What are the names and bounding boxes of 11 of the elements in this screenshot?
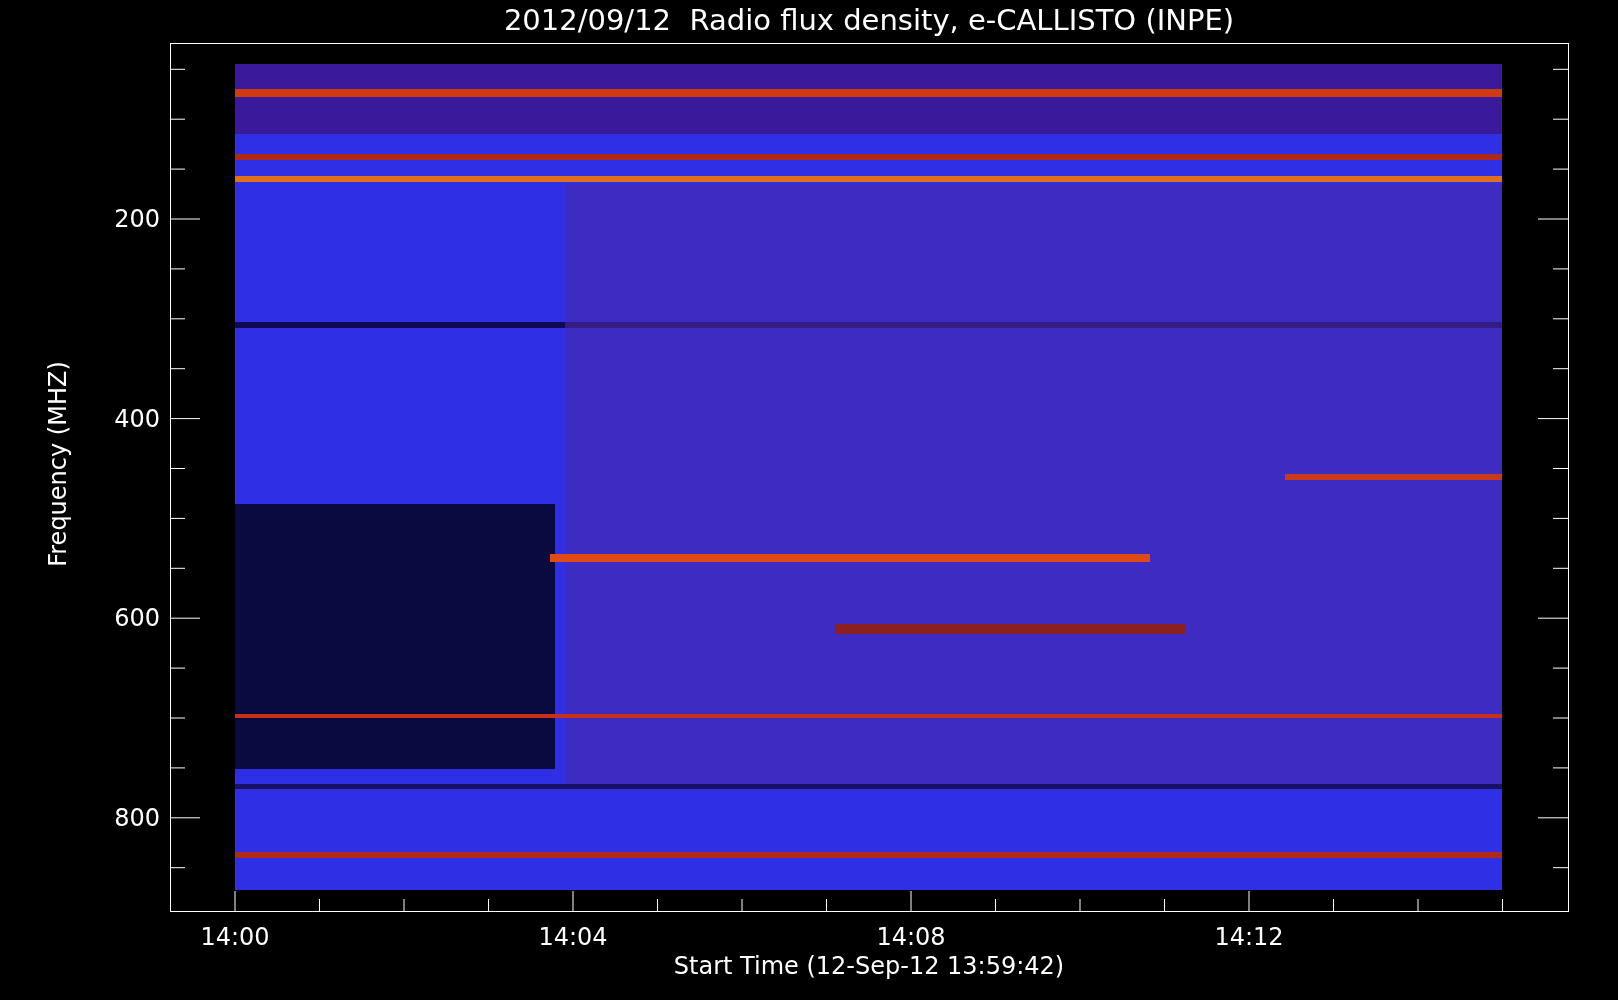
axis-title: Frequency (MHZ): [43, 361, 73, 567]
axis-tick-label: 14:12: [1213, 923, 1285, 951]
axis-tick-label: 600: [113, 604, 160, 633]
axis-tick-label: 14:00: [199, 923, 271, 951]
axis-title: Start Time (12-Sep-12 13:59:42): [672, 951, 1066, 981]
axis-tick-label: 800: [113, 803, 160, 832]
axis-tick-label: 14:08: [875, 923, 947, 951]
chart-title: 2012/09/12 Radio flux density, e-CALLISTO (INPE): [502, 2, 1236, 38]
axis-tick-label: 14:04: [537, 923, 609, 951]
axis-tick-label: 200: [113, 205, 160, 233]
axis-tick-label: 400: [113, 404, 160, 433]
